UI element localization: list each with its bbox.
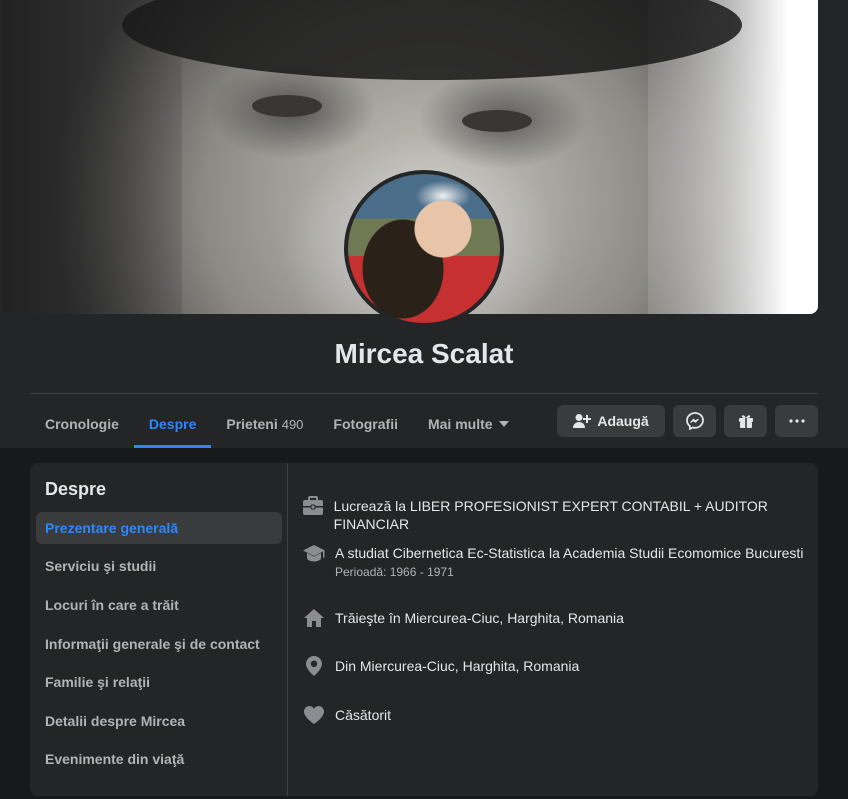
overview-current-city: Trăieşte în Miercurea-Ciuc, Harghita, Ro… [302, 606, 624, 630]
sidebar-item-family[interactable]: Familie şi relaţii [36, 666, 282, 698]
gift-button[interactable] [724, 405, 767, 437]
overview-hometown: Din Miercurea-Ciuc, Harghita, Romania [302, 654, 579, 678]
tab-photos[interactable]: Fotografii [318, 400, 413, 448]
overview-relationship: Căsătorit [302, 703, 391, 727]
education-period: Perioadă: 1966 - 1971 [335, 565, 454, 579]
profile-actions: Adaugă [557, 405, 818, 437]
add-friend-button[interactable]: Adaugă [557, 405, 665, 437]
tab-about[interactable]: Despre [133, 400, 212, 448]
more-dots-icon [788, 419, 805, 423]
home-icon [302, 606, 326, 630]
about-sidebar: Despre Prezentare generală Serviciu şi s… [30, 463, 288, 796]
sidebar-item-work-education[interactable]: Serviciu şi studii [36, 550, 282, 582]
location-pin-icon [302, 654, 326, 678]
sidebar-item-contact-info[interactable]: Informaţii generale şi de contact [36, 628, 282, 660]
sidebar-item-places[interactable]: Locuri în care a trăit [36, 589, 282, 621]
caret-down-icon [498, 421, 509, 427]
briefcase-icon [302, 494, 325, 518]
tab-more[interactable]: Mai multe [413, 400, 524, 448]
about-card: Despre Prezentare generală Serviciu şi s… [30, 463, 818, 796]
sidebar-item-overview[interactable]: Prezentare generală [36, 512, 282, 544]
more-options-button[interactable] [775, 405, 818, 437]
profile-avatar[interactable] [344, 170, 504, 327]
add-friend-icon [573, 414, 592, 428]
messenger-icon [685, 412, 704, 430]
friends-count: 490 [281, 416, 304, 432]
profile-name: Mircea Scalat [334, 338, 514, 369]
sidebar-item-life-events[interactable]: Evenimente din viaţă [36, 743, 282, 775]
tab-timeline[interactable]: Cronologie [30, 400, 134, 448]
overview-education: A studiat Cibernetica Ec-Statistica la A… [302, 541, 803, 580]
tab-friends[interactable]: Prieteni 490 [211, 400, 318, 448]
messenger-button[interactable] [673, 405, 716, 437]
profile-header: Mircea Scalat Cronologie Despre Prieteni… [0, 0, 848, 448]
header-divider [30, 393, 818, 394]
about-title: Despre [45, 479, 107, 499]
overview-work: Lucrează la LIBER PROFESIONIST EXPERT CO… [302, 494, 818, 533]
profile-tabs: Cronologie Despre Prieteni 490 Fotografii… [30, 400, 524, 448]
graduation-cap-icon [302, 541, 326, 565]
heart-icon [302, 703, 326, 727]
sidebar-item-details[interactable]: Detalii despre Mircea [36, 705, 282, 737]
gift-icon [738, 415, 753, 428]
